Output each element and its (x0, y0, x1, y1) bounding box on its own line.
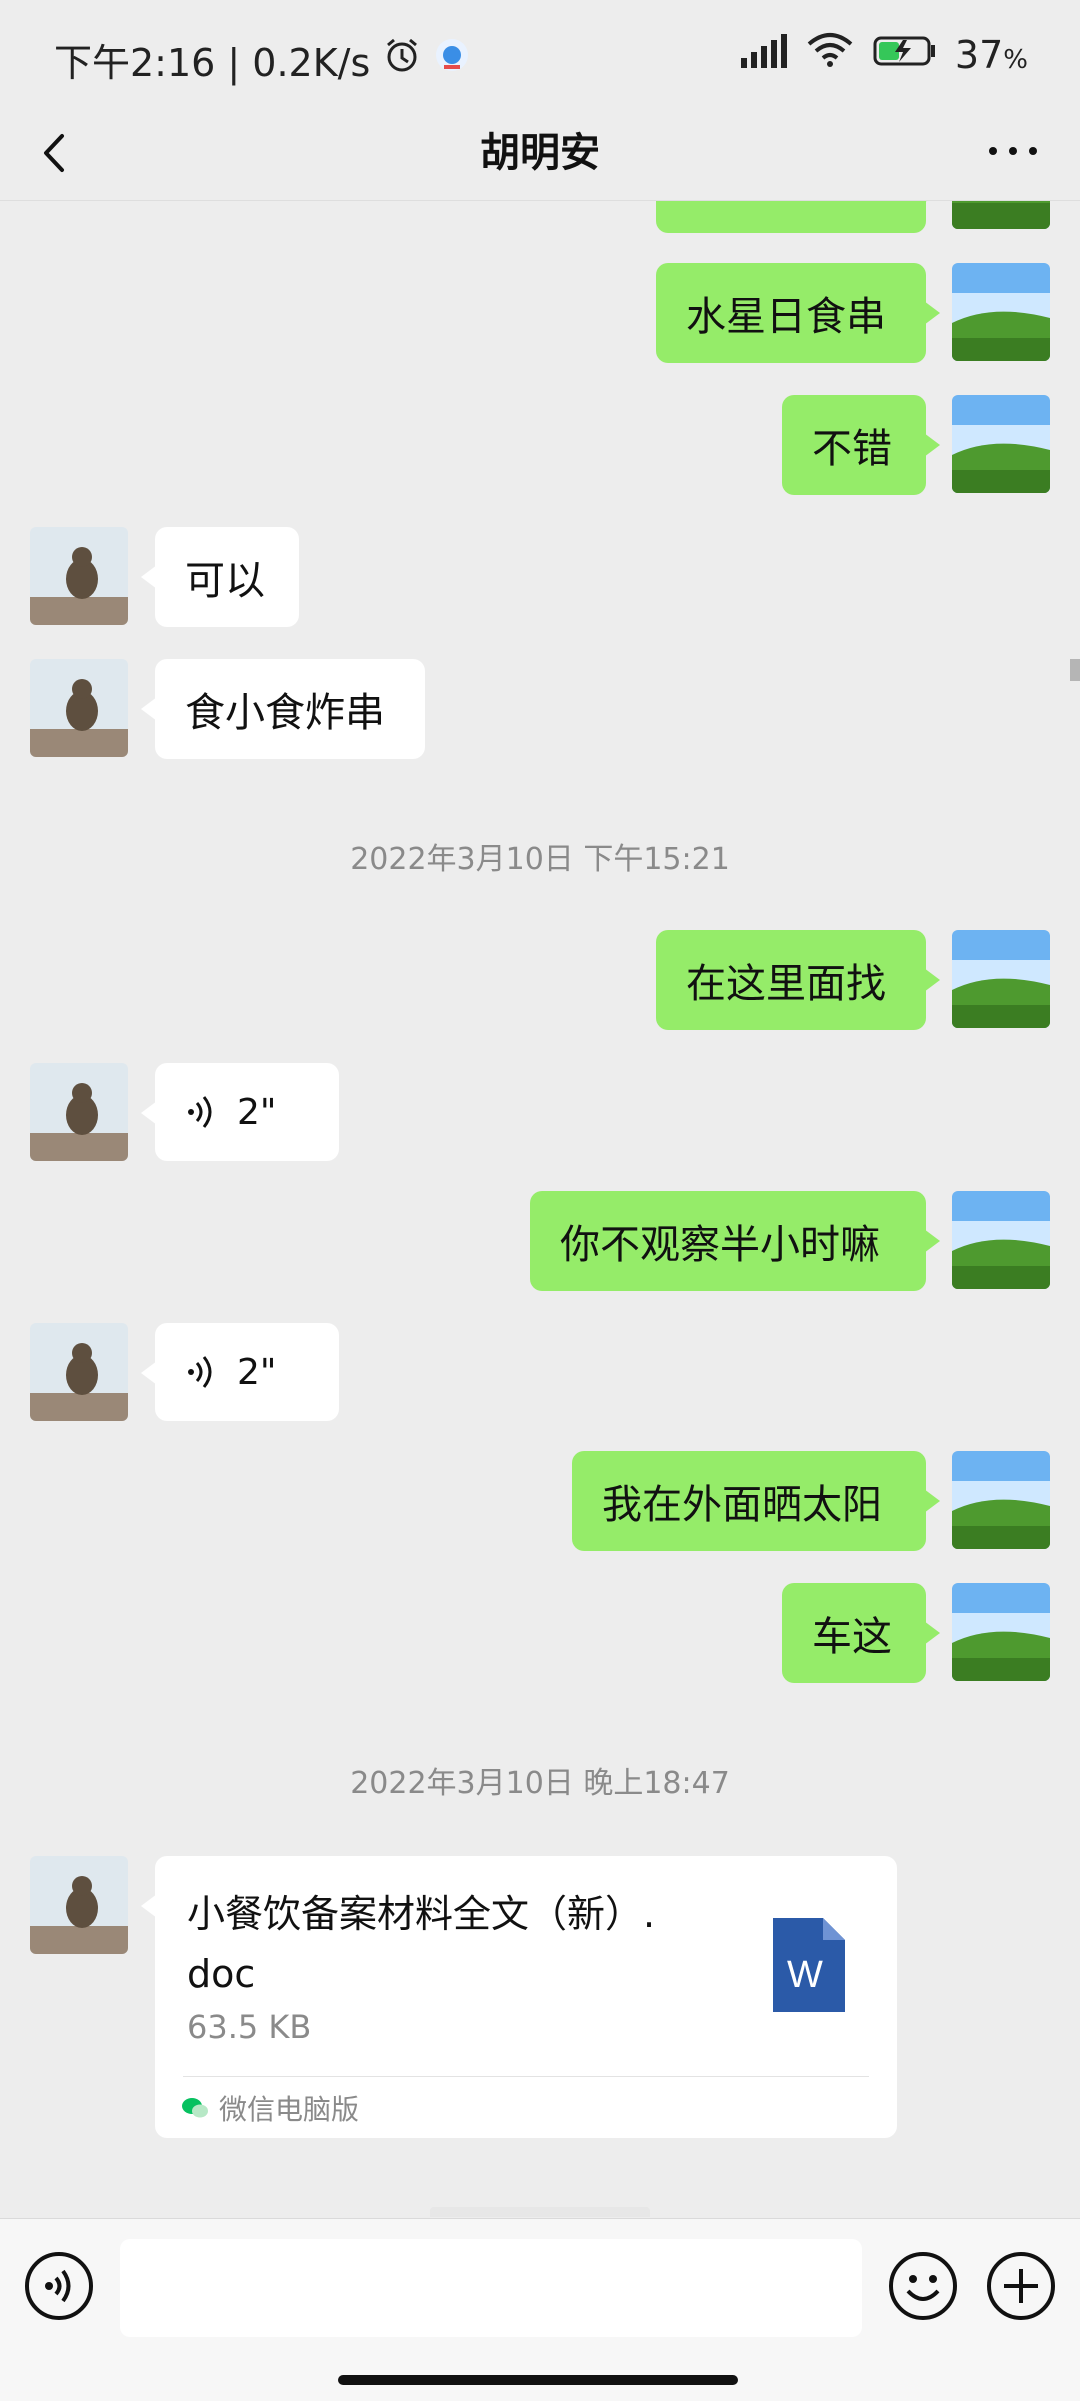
file-source-label: 微信电脑版 (219, 2093, 360, 2126)
message-bubble-outgoing[interactable]: 不错 (782, 395, 940, 495)
message-bubble-outgoing[interactable]: 水星日食串 (656, 263, 940, 363)
message-bubble-incoming[interactable]: 可以 (141, 527, 299, 627)
wifi-icon (805, 32, 855, 77)
status-bar: 下午2:16 | 0.2K/s 37% (0, 0, 1080, 110)
my-avatar[interactable] (952, 1583, 1050, 1681)
chat-header: 胡明安 (0, 110, 1080, 201)
wechat-icon (182, 2098, 208, 2118)
more-functions-button[interactable] (986, 2251, 1056, 2321)
status-time-speed: 下午2:16 | 0.2K/s (54, 41, 371, 85)
message-text: 在这里面找 (686, 961, 886, 1007)
battery-percent: 37% (954, 32, 1028, 77)
file-name: 小餐饮备案材料全文（新）. doc (187, 1884, 707, 2004)
partial-timestamp (430, 2207, 650, 2217)
home-indicator[interactable] (338, 2375, 738, 2385)
message-text: 食小食炸串 (185, 690, 385, 736)
file-name-line-2: doc (187, 1952, 256, 1996)
message-text: 我在外面晒太阳 (602, 1482, 882, 1528)
my-avatar[interactable] (952, 201, 1050, 229)
message-text: 你不观察半小时嘛 (560, 1222, 880, 1268)
my-avatar[interactable] (952, 1191, 1050, 1289)
emoji-icon (889, 2252, 957, 2320)
message-input[interactable] (120, 2239, 862, 2337)
message-bubble-outgoing[interactable]: 车这 (782, 1583, 940, 1683)
battery-icon (873, 33, 937, 77)
chat-timestamp: 2022年3月10日 晚上18:47 (350, 1766, 730, 1801)
my-avatar[interactable] (952, 395, 1050, 493)
chat-title: 胡明安 (480, 130, 600, 176)
emoji-button[interactable] (888, 2251, 958, 2321)
chat-area[interactable]: 水星日食串 不错 可以 食小食炸串 2022年3月10日 下午15:21 在这里… (0, 201, 1080, 2217)
my-avatar[interactable] (952, 930, 1050, 1028)
file-source: 微信电脑版 (181, 2086, 359, 2130)
voice-duration: 2" (237, 1351, 277, 1393)
message-bubble-outgoing-partial[interactable] (656, 201, 940, 233)
message-bubble-incoming[interactable]: 食小食炸串 (141, 659, 425, 759)
plus-icon (987, 2252, 1055, 2320)
scroll-indicator[interactable] (1070, 659, 1080, 681)
input-bar (0, 2218, 1080, 2401)
voice-input-button[interactable] (24, 2251, 94, 2321)
message-bubble-outgoing[interactable]: 你不观察半小时嘛 (530, 1191, 940, 1291)
message-text: 水星日食串 (686, 294, 886, 340)
more-options-button[interactable] (978, 126, 1048, 176)
message-bubble-outgoing[interactable]: 在这里面找 (656, 930, 940, 1030)
file-message-card[interactable]: 小餐饮备案材料全文（新）. doc 63.5 KB W 微信电脑版 (141, 1856, 897, 2138)
voice-duration: 2" (237, 1091, 277, 1133)
my-avatar[interactable] (952, 1451, 1050, 1549)
contact-avatar[interactable] (30, 1063, 128, 1161)
status-right: 37% (739, 32, 1028, 77)
my-avatar[interactable] (952, 263, 1050, 361)
message-text: 可以 (185, 558, 265, 604)
voice-mode-icon (25, 2252, 93, 2320)
contact-avatar[interactable] (30, 527, 128, 625)
status-left: 下午2:16 | 0.2K/s (54, 32, 470, 87)
chat-timestamp: 2022年3月10日 下午15:21 (350, 842, 730, 877)
file-name-line-1: 小餐饮备案材料全文（新）. (187, 1892, 656, 1936)
more-dots-icon (989, 147, 1037, 155)
voice-message-bubble[interactable]: 2" (141, 1323, 339, 1421)
alarm-icon (382, 35, 422, 84)
message-bubble-outgoing[interactable]: 我在外面晒太阳 (572, 1451, 940, 1551)
file-card-divider (183, 2076, 869, 2077)
signal-icon (739, 33, 787, 77)
message-text: 车这 (812, 1614, 892, 1660)
contact-avatar[interactable] (30, 1323, 128, 1421)
app-notification-icon (434, 37, 470, 82)
voice-wave-icon (188, 1356, 212, 1388)
file-size: 63.5 KB (187, 2008, 312, 2046)
contact-avatar[interactable] (30, 659, 128, 757)
message-text: 不错 (812, 426, 892, 472)
voice-message-bubble[interactable]: 2" (141, 1063, 339, 1161)
word-document-icon: W (773, 1918, 845, 2012)
contact-avatar[interactable] (30, 1856, 128, 1954)
voice-wave-icon (188, 1096, 212, 1128)
